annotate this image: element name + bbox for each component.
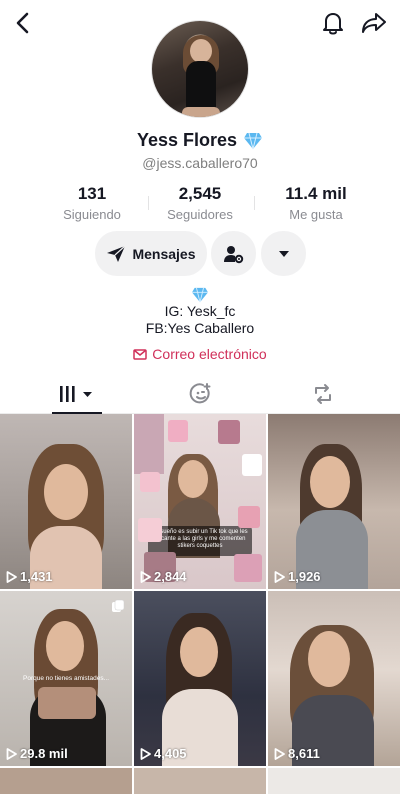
- video-thumbnail[interactable]: Mi sueño es subir un Tik tok que les enc…: [134, 414, 266, 589]
- avatar[interactable]: [151, 20, 249, 118]
- video-view-count: 1,926: [288, 569, 321, 584]
- play-icon: [6, 747, 17, 760]
- stat-value: 11.4 mil: [285, 184, 347, 203]
- more-options-button[interactable]: [261, 231, 306, 276]
- stat-label: Siguiendo: [63, 207, 121, 222]
- repost-icon: [315, 384, 331, 404]
- video-overlay-text: Mi sueño es subir un Tik tok que les enc…: [152, 529, 248, 549]
- tab-videos[interactable]: [52, 380, 102, 408]
- video-views: 4,405: [140, 746, 187, 761]
- tab-favorites[interactable]: [186, 380, 216, 408]
- video-thumbnail[interactable]: Porque no tienes amistades... 29.8 mil: [0, 591, 132, 766]
- stat-following[interactable]: 131 Siguiendo: [37, 184, 147, 222]
- play-icon: [274, 747, 285, 760]
- grid-icon: [60, 386, 92, 402]
- video-overlay-text: Porque no tienes amistades...: [23, 675, 109, 682]
- profile-actions: Mensajes: [0, 231, 400, 277]
- tab-reposts[interactable]: [308, 380, 338, 408]
- email-link[interactable]: Correo electrónico: [0, 346, 400, 362]
- user-settings-icon: [223, 245, 243, 263]
- message-button-label: Mensajes: [132, 245, 196, 262]
- video-thumbnail[interactable]: 4,405: [134, 591, 266, 766]
- video-thumbnail[interactable]: [0, 768, 132, 794]
- friend-settings-button[interactable]: [211, 231, 256, 276]
- video-views: 8,611: [274, 746, 320, 761]
- play-icon: [140, 747, 151, 760]
- video-view-count: 4,405: [154, 746, 187, 761]
- caret-down-icon: [278, 250, 289, 257]
- profile-name-row: Yess Flores: [0, 130, 400, 151]
- send-icon: [107, 245, 126, 262]
- video-thumbnail[interactable]: 1,431: [0, 414, 132, 589]
- bio-line: FB:Yes Caballero: [145, 320, 255, 336]
- stat-divider: [254, 196, 255, 210]
- video-thumbnail[interactable]: 8,611: [268, 591, 400, 766]
- message-button[interactable]: Mensajes: [95, 231, 207, 276]
- video-views: 2,844: [140, 569, 187, 584]
- profile-name: Yess Flores: [136, 130, 238, 150]
- play-icon: [6, 570, 17, 583]
- video-thumbnail[interactable]: [134, 768, 266, 794]
- share-icon[interactable]: [360, 10, 388, 36]
- stat-label: Seguidores: [167, 207, 233, 222]
- stat-divider: [148, 196, 149, 210]
- play-icon: [140, 570, 151, 583]
- stat-likes[interactable]: 11.4 mil Me gusta: [261, 184, 371, 222]
- back-icon[interactable]: [10, 9, 34, 37]
- stat-value: 131: [77, 184, 107, 203]
- bio-diamond-icon: [191, 287, 209, 303]
- content-tabs: [0, 374, 400, 414]
- video-views: 1,431: [6, 569, 53, 584]
- video-views: 29.8 mil: [6, 746, 68, 761]
- stat-value: 2,545: [178, 184, 222, 203]
- bio-text: IG: Yesk_fc FB:Yes Caballero: [0, 303, 400, 337]
- video-view-count: 2,844: [154, 569, 187, 584]
- stats-row: 131 Siguiendo 2,545 Seguidores 11.4 mil …: [0, 184, 400, 224]
- video-thumbnail[interactable]: [268, 768, 400, 794]
- bio-line: IG: Yesk_fc: [164, 303, 236, 319]
- diamond-icon: [243, 132, 263, 150]
- profile-handle: @jess.caballero70: [142, 155, 258, 171]
- play-icon: [274, 570, 285, 583]
- multi-photo-icon: [111, 599, 125, 613]
- mail-icon: [133, 348, 148, 360]
- video-view-count: 29.8 mil: [20, 746, 68, 761]
- email-label: Correo electrónico: [152, 346, 267, 362]
- stat-label: Me gusta: [289, 207, 343, 222]
- bell-icon[interactable]: [320, 10, 346, 36]
- video-view-count: 8,611: [288, 746, 320, 761]
- video-thumbnail[interactable]: 1,926: [268, 414, 400, 589]
- video-views: 1,926: [274, 569, 321, 584]
- video-view-count: 1,431: [20, 569, 53, 584]
- sticker-smile-icon: [189, 383, 211, 404]
- stat-followers[interactable]: 2,545 Seguidores: [145, 184, 255, 222]
